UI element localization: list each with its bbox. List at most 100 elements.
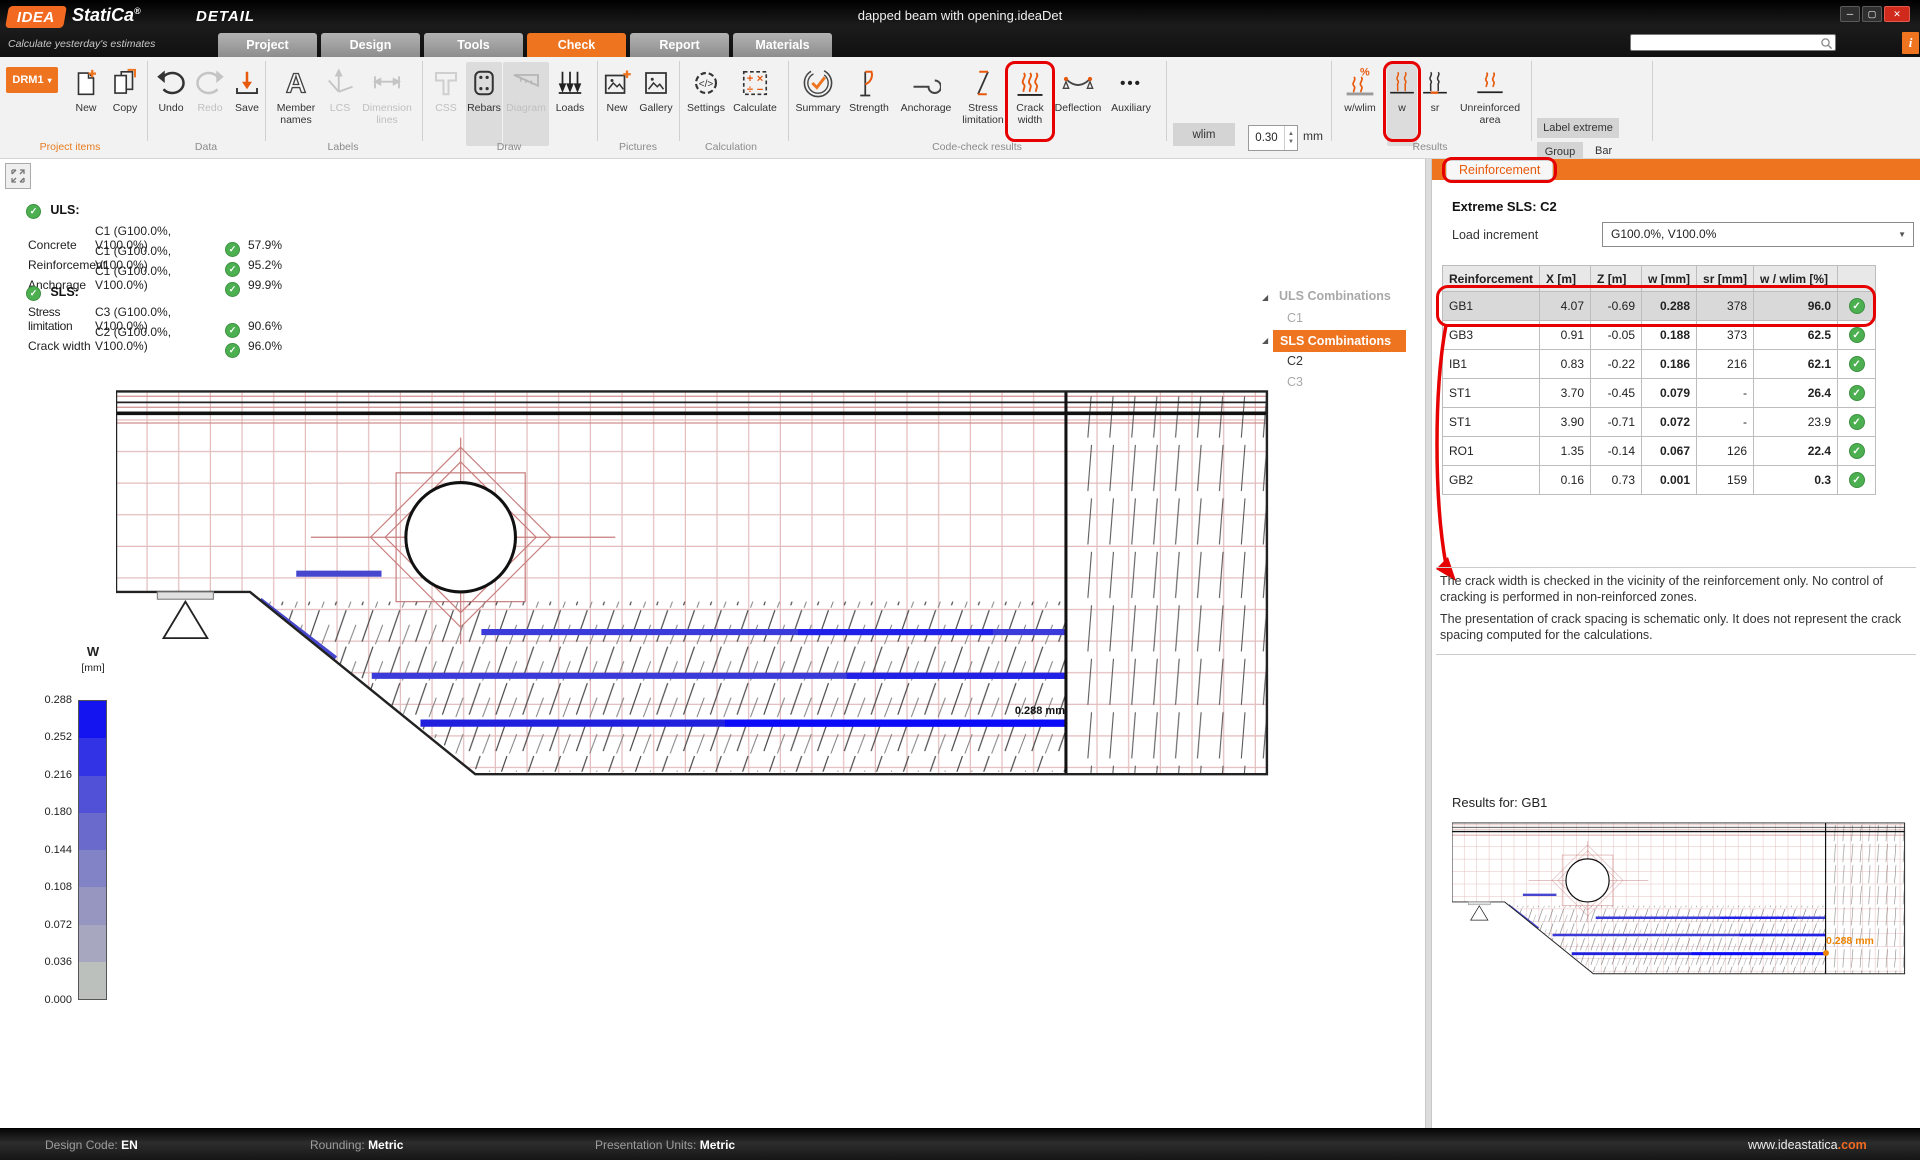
auxiliary-button[interactable]: ••• Auxiliary: [1105, 62, 1157, 146]
css-button[interactable]: CSS: [428, 62, 464, 146]
close-button[interactable]: ✕: [1884, 6, 1910, 22]
beam-crack-width-drawing: [116, 389, 1273, 790]
legend-tick: 0.180: [30, 806, 72, 818]
tree-item-c2[interactable]: C2: [1287, 354, 1303, 368]
copy-item-button[interactable]: Copy: [106, 62, 144, 146]
check-circle-icon: ✓: [1849, 443, 1865, 459]
minimize-button[interactable]: ─: [1840, 6, 1860, 22]
ribbon-separator: [1331, 61, 1332, 141]
save-button[interactable]: Save: [229, 62, 265, 146]
load-increment-dropdown[interactable]: G100.0%, V100.0% ▼: [1602, 222, 1914, 247]
info-button[interactable]: i: [1902, 32, 1919, 54]
table-row-ib1[interactable]: IB10.83-0.220.18621662.1✓: [1443, 350, 1876, 379]
note-text: The presentation of crack spacing is sch…: [1440, 612, 1912, 643]
unreinforced-area-button[interactable]: Unreinforced area: [1453, 62, 1527, 146]
legend-tick: 0.072: [30, 919, 72, 931]
ribbon-separator: [1652, 61, 1653, 141]
tree-item-c1[interactable]: C1: [1287, 311, 1303, 325]
redo-button[interactable]: Redo: [191, 62, 229, 146]
tree-expander-icon[interactable]: ◢: [1262, 336, 1268, 345]
design-code-status: Design Code: EN: [45, 1138, 138, 1152]
loads-button[interactable]: Loads: [551, 62, 589, 146]
diagram-icon: [510, 64, 542, 102]
w-wlim-result-button[interactable]: % w/wlim: [1334, 62, 1386, 146]
settings-button[interactable]: </> Settings: [684, 62, 728, 146]
svg-text:+: +: [747, 73, 754, 85]
ribbon-separator: [1531, 61, 1532, 141]
crack-width-button[interactable]: Crack width: [1009, 62, 1051, 146]
tree-expander-icon[interactable]: ◢: [1262, 293, 1268, 302]
summary-check-button[interactable]: Summary: [793, 62, 843, 146]
member-names-button[interactable]: A Member names: [270, 62, 322, 146]
tab-tools[interactable]: Tools: [424, 33, 523, 57]
tab-materials[interactable]: Materials: [733, 33, 832, 57]
tab-project[interactable]: Project: [218, 33, 317, 57]
deflection-button[interactable]: Deflection: [1052, 62, 1104, 146]
ribbon-separator: [265, 61, 266, 141]
rebars-button[interactable]: Rebars: [466, 62, 502, 146]
diagram-button[interactable]: Diagram: [503, 62, 549, 146]
gallery-button[interactable]: Gallery: [636, 62, 676, 146]
search-input[interactable]: [1634, 35, 1816, 50]
status-bar: Design Code: EN Rounding: Metric Present…: [0, 1128, 1920, 1160]
tagline: Calculate yesterday's estimates: [8, 38, 155, 50]
panel-divider[interactable]: [1425, 159, 1432, 1128]
tree-uls-combinations[interactable]: ULS Combinations: [1279, 289, 1391, 303]
tab-reinforcement[interactable]: Reinforcement: [1446, 160, 1553, 180]
note-text: The crack width is checked in the vicini…: [1440, 574, 1912, 605]
group-label-code-check: Code-check results: [897, 141, 1057, 153]
legend-color-bar: [78, 700, 107, 1000]
wlim-chip[interactable]: wlim: [1173, 123, 1235, 146]
table-row-gb1[interactable]: GB14.07-0.690.28837896.0✓: [1443, 292, 1876, 321]
dimension-lines-icon: [371, 64, 403, 102]
tab-report[interactable]: Report: [630, 33, 729, 57]
model-canvas[interactable]: ✓ ULS: ConcreteC1 (G100.0%, V100.0%)✓57.…: [0, 159, 1425, 1128]
undo-button[interactable]: Undo: [152, 62, 190, 146]
ribbon-separator: [422, 61, 423, 141]
check-circle-icon: ✓: [26, 286, 41, 301]
close-icon: ✕: [1893, 9, 1901, 20]
wlim-value-stepper[interactable]: 0.30 ▲▼: [1248, 125, 1298, 151]
website-link[interactable]: www.ideastatica.com: [1748, 1138, 1867, 1152]
lcs-axes-icon: [325, 64, 355, 102]
legend-tick: 0.144: [30, 844, 72, 856]
extreme-sls-label: Extreme SLS: C2: [1452, 199, 1557, 214]
presentation-units-status: Presentation Units: Metric: [595, 1138, 735, 1152]
stress-limitation-button[interactable]: Stress limitation: [958, 62, 1008, 146]
tree-sls-combinations-selected[interactable]: SLS Combinations: [1273, 330, 1406, 352]
sr-result-button[interactable]: sr: [1419, 62, 1451, 146]
w-result-button[interactable]: w: [1387, 62, 1417, 146]
svg-text:A: A: [286, 67, 306, 98]
maximize-button[interactable]: ▢: [1862, 6, 1882, 22]
stress-limitation-icon: [968, 64, 998, 102]
table-row-st1b[interactable]: ST13.90-0.710.072-23.9✓: [1443, 408, 1876, 437]
crack-width-value-label: 0.288 mm: [995, 705, 1065, 717]
anchorage-button[interactable]: Anchorage: [896, 62, 956, 146]
expand-icon: [10, 168, 26, 184]
tree-item-c3[interactable]: C3: [1287, 375, 1303, 389]
search-box[interactable]: [1630, 34, 1836, 51]
dimension-lines-button[interactable]: Dimension lines: [358, 62, 416, 146]
new-item-button[interactable]: New: [66, 62, 106, 146]
drm-dropdown-button[interactable]: DRM1▾: [6, 67, 58, 93]
tab-design[interactable]: Design: [321, 33, 420, 57]
expand-view-button[interactable]: [5, 163, 31, 189]
table-row-st1[interactable]: ST13.70-0.450.079-26.4✓: [1443, 379, 1876, 408]
label-extreme-chip[interactable]: Label extreme: [1537, 118, 1619, 138]
table-row-ro1[interactable]: RO11.35-0.140.06712622.4✓: [1443, 437, 1876, 466]
tab-check[interactable]: Check: [527, 33, 626, 57]
table-row-gb2[interactable]: GB20.160.730.0011590.3✓: [1443, 466, 1876, 495]
calculate-button[interactable]: +×÷− Calculate: [729, 62, 781, 146]
table-row-gb3[interactable]: GB30.91-0.050.18837362.5✓: [1443, 321, 1876, 350]
load-increment-label: Load increment: [1452, 228, 1538, 242]
ribbon: DRM1▾ New Copy Undo Redo Save A Member n…: [0, 57, 1920, 159]
unreinforced-area-icon: [1475, 64, 1505, 102]
member-names-icon: A: [280, 64, 312, 102]
lcs-button[interactable]: LCS: [323, 62, 357, 146]
strength-button[interactable]: Strength: [844, 62, 894, 146]
check-circle-icon: ✓: [1849, 327, 1865, 343]
new-picture-button[interactable]: New: [599, 62, 635, 146]
title-bar: IDEA StatiCa® DETAIL Calculate yesterday…: [0, 0, 1920, 57]
bar-label: Bar: [1595, 145, 1612, 157]
new-picture-icon: [602, 64, 632, 102]
